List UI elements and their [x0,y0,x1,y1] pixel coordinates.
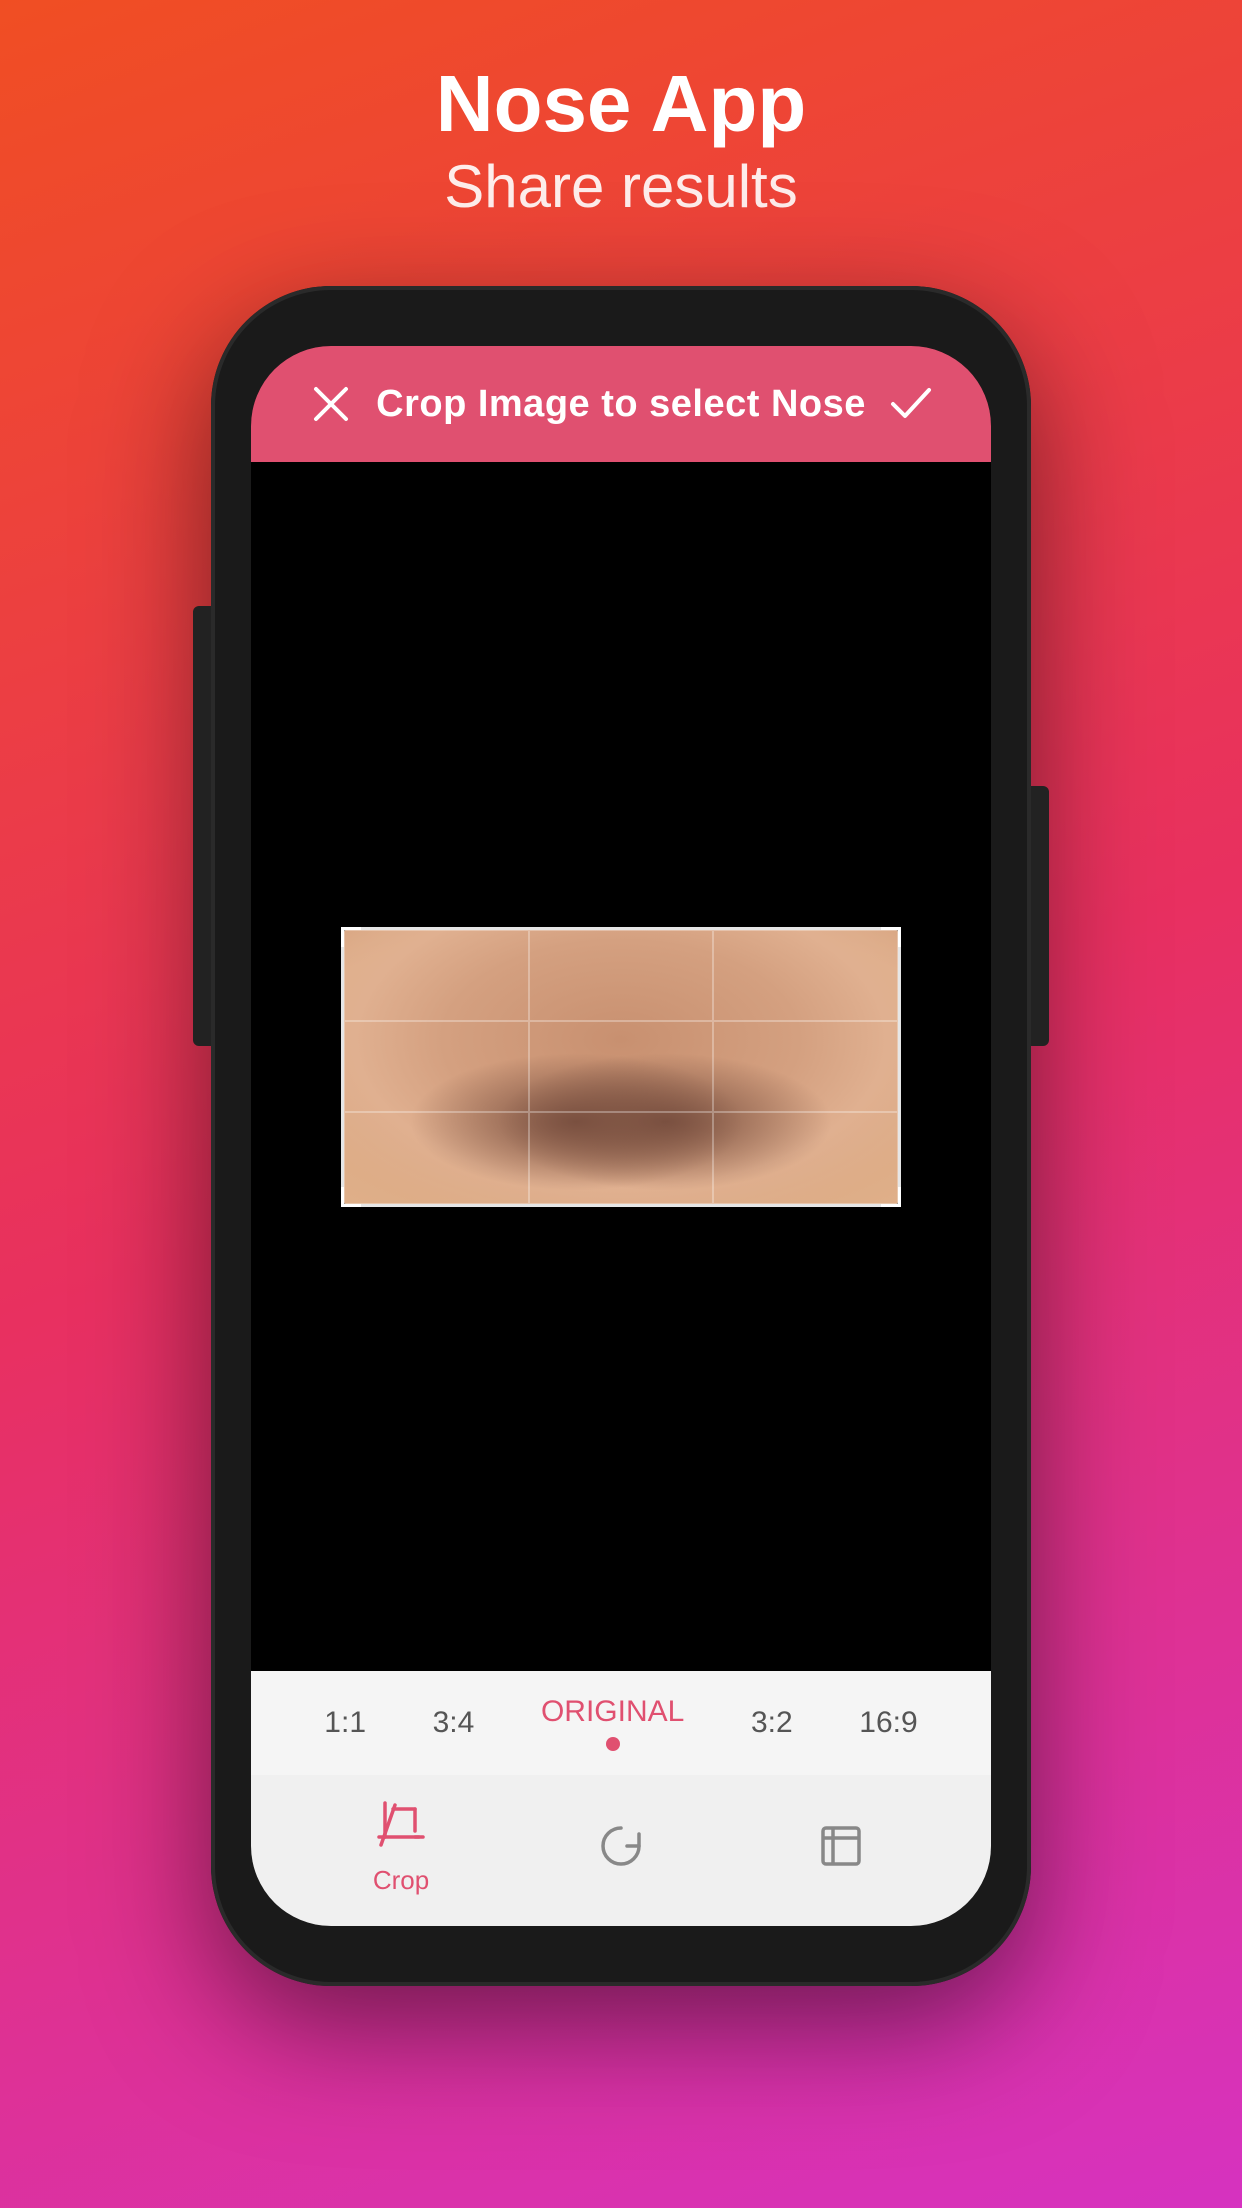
corner-handle-tl[interactable] [341,927,361,947]
crop-icon [371,1795,431,1855]
canvas-area [251,462,991,1671]
ratio-3-2[interactable]: 3:2 [751,1706,793,1740]
phone-wrapper: Crop Image to select Nose [211,286,1031,1986]
header-section: Nose App Share results [436,0,806,266]
phone-frame: Crop Image to select Nose [211,286,1031,1986]
crop-header: Crop Image to select Nose [251,346,991,462]
nose-image [344,930,898,1204]
ratio-original[interactable]: ORIGINAL [541,1695,684,1751]
phone-screen: Crop Image to select Nose [251,346,991,1926]
confirm-button[interactable] [881,374,941,434]
expand-icon [811,1816,871,1876]
ratio-3-4[interactable]: 3:4 [433,1706,475,1740]
active-dot [606,1737,620,1751]
crop-header-title: Crop Image to select Nose [376,383,866,426]
ratio-bar: 1:1 3:4 ORIGINAL 3:2 16:9 [251,1671,991,1775]
app-title: Nose App [436,60,806,148]
rotate-icon [591,1816,651,1876]
toolbar-crop[interactable]: Crop [371,1795,431,1896]
crop-label: Crop [373,1865,429,1896]
close-button[interactable] [301,374,361,434]
toolbar-rotate[interactable] [591,1816,651,1876]
toolbar-expand[interactable] [811,1816,871,1876]
corner-handle-bl[interactable] [341,1187,361,1207]
corner-handle-tr[interactable] [881,927,901,947]
ratio-16-9[interactable]: 16:9 [859,1706,917,1740]
ratio-1-1[interactable]: 1:1 [324,1706,366,1740]
bottom-toolbar: Crop [251,1775,991,1926]
crop-box[interactable] [341,927,901,1207]
corner-handle-br[interactable] [881,1187,901,1207]
app-subtitle: Share results [444,148,798,226]
